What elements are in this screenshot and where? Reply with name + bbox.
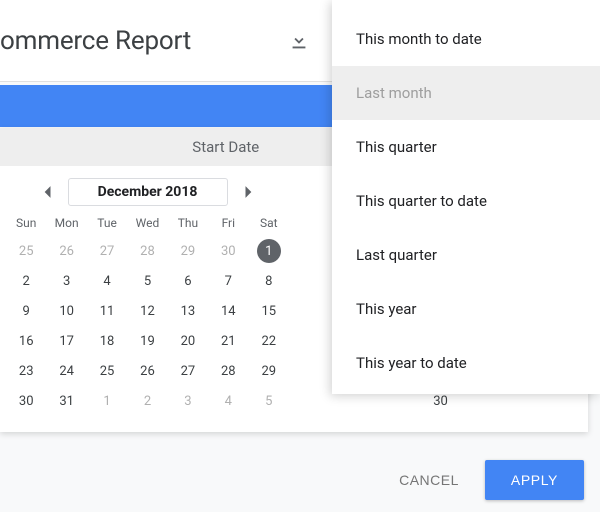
month-select[interactable]: December 2018 xyxy=(68,178,228,206)
calendar-start: December 2018 SunMonTueWedThuFriSat25262… xyxy=(6,174,289,416)
dow-label: Sun xyxy=(6,210,46,236)
prev-month-icon[interactable] xyxy=(32,177,62,207)
action-buttons: CANCEL APPLY xyxy=(383,460,584,500)
calendar-day[interactable]: 7 xyxy=(208,266,248,296)
calendar-day[interactable]: 14 xyxy=(208,296,248,326)
dow-label: Sat xyxy=(249,210,289,236)
preset-range-item[interactable]: This year to date xyxy=(332,336,600,390)
calendar-day[interactable]: 1 xyxy=(87,386,127,416)
calendar-nav: December 2018 xyxy=(6,174,289,210)
calendar-day[interactable]: 3 xyxy=(46,266,86,296)
calendar-day[interactable]: 18 xyxy=(87,326,127,356)
calendar-day[interactable]: 13 xyxy=(168,296,208,326)
apply-button[interactable]: APPLY xyxy=(485,460,584,500)
calendar-day[interactable]: 26 xyxy=(46,236,86,266)
download-icon[interactable] xyxy=(288,30,310,56)
dow-label: Fri xyxy=(208,210,248,236)
dow-label: Mon xyxy=(46,210,86,236)
calendar-day[interactable]: 16 xyxy=(6,326,46,356)
calendar-day[interactable]: 2 xyxy=(127,386,167,416)
dow-label: Thu xyxy=(168,210,208,236)
preset-range-item[interactable]: This year xyxy=(332,282,600,336)
calendar-day[interactable]: 28 xyxy=(127,236,167,266)
calendar-day[interactable]: 19 xyxy=(127,326,167,356)
calendar-day[interactable]: 2 xyxy=(6,266,46,296)
calendar-day[interactable]: 26 xyxy=(127,356,167,386)
calendar-day[interactable]: 5 xyxy=(249,386,289,416)
calendar-day[interactable]: 25 xyxy=(6,236,46,266)
calendar-day[interactable]: 4 xyxy=(87,266,127,296)
calendar-day[interactable]: 27 xyxy=(87,236,127,266)
calendar-day[interactable]: 29 xyxy=(168,236,208,266)
calendar-day[interactable]: 31 xyxy=(46,386,86,416)
calendar-day[interactable]: 10 xyxy=(46,296,86,326)
calendar-day[interactable]: 17 xyxy=(46,326,86,356)
preset-range-item[interactable]: Last quarter xyxy=(332,228,600,282)
calendar-day[interactable]: 21 xyxy=(208,326,248,356)
calendar-day[interactable]: 20 xyxy=(168,326,208,356)
calendar-day[interactable]: 24 xyxy=(46,356,86,386)
preset-range-item[interactable]: This quarter xyxy=(332,120,600,174)
calendar-day[interactable]: 22 xyxy=(249,326,289,356)
dow-label: Tue xyxy=(87,210,127,236)
calendar-day[interactable]: 9 xyxy=(6,296,46,326)
calendar-day[interactable]: 1 xyxy=(249,236,289,266)
calendar-day[interactable]: 29 xyxy=(249,356,289,386)
preset-range-item[interactable]: Last month xyxy=(332,66,600,120)
calendar-day[interactable]: 12 xyxy=(127,296,167,326)
calendar-day[interactable]: 5 xyxy=(127,266,167,296)
calendar-day[interactable]: 11 xyxy=(87,296,127,326)
calendar-day[interactable]: 23 xyxy=(6,356,46,386)
next-month-icon[interactable] xyxy=(234,177,264,207)
page-title: ommerce Report xyxy=(0,26,191,56)
calendar-day[interactable]: 8 xyxy=(249,266,289,296)
calendar-grid: SunMonTueWedThuFriSat2526272829301234567… xyxy=(6,210,289,416)
cancel-button[interactable]: CANCEL xyxy=(383,462,475,498)
calendar-day[interactable]: 6 xyxy=(168,266,208,296)
calendar-day[interactable]: 3 xyxy=(168,386,208,416)
calendar-day[interactable]: 4 xyxy=(208,386,248,416)
preset-range-dropdown: This month to dateLast monthThis quarter… xyxy=(332,0,600,394)
calendar-day[interactable]: 15 xyxy=(249,296,289,326)
calendar-day[interactable]: 30 xyxy=(6,386,46,416)
calendar-day[interactable]: 28 xyxy=(208,356,248,386)
calendar-day[interactable]: 25 xyxy=(87,356,127,386)
calendar-day[interactable]: 30 xyxy=(208,236,248,266)
preset-range-item[interactable]: This quarter to date xyxy=(332,174,600,228)
preset-range-item[interactable]: This month to date xyxy=(332,12,600,66)
dow-label: Wed xyxy=(127,210,167,236)
calendar-day[interactable]: 27 xyxy=(168,356,208,386)
